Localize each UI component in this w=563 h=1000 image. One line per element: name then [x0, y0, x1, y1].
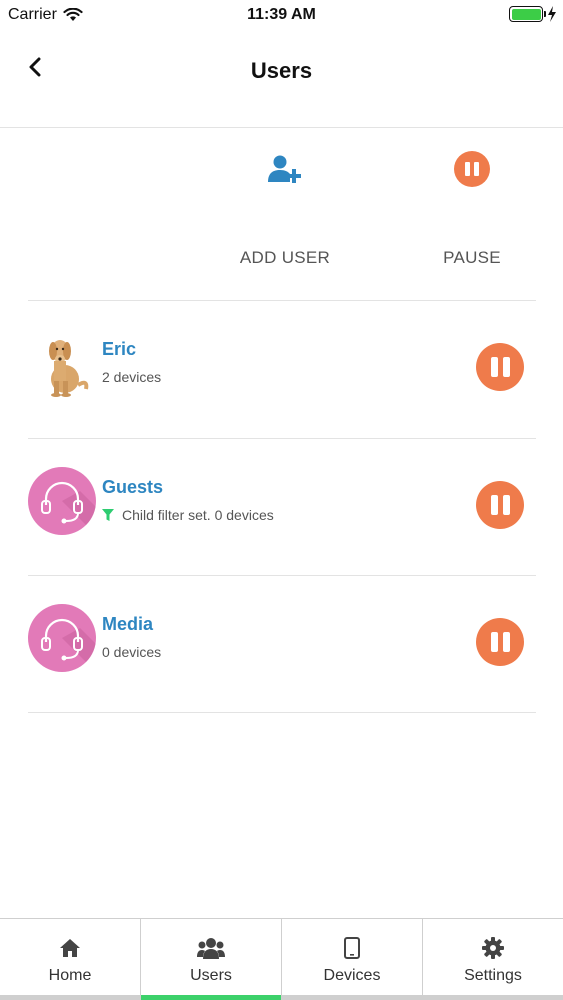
filter-icon [102, 509, 114, 521]
user-subtitle: 2 devices [102, 369, 161, 385]
user-name: Media [102, 614, 154, 634]
user-name: Eric [102, 339, 137, 359]
user-row-guests[interactable]: Guests Child filter set. 0 devices [28, 439, 536, 576]
headset-icon [41, 618, 96, 672]
tab-label: Users [190, 967, 232, 984]
filter-status: Child filter set. 0 devices [122, 507, 274, 523]
user-row-media[interactable]: Media 0 devices [28, 576, 536, 713]
tab-settings[interactable]: Settings [423, 919, 563, 1000]
dog-icon [49, 340, 89, 397]
tab-home[interactable]: Home [0, 919, 141, 1000]
user-row-eric[interactable]: Eric 2 devices [28, 301, 536, 438]
tab-label: Home [48, 967, 92, 984]
user-subtitle: Child filter set. 0 devices [102, 507, 274, 523]
pause-user-button[interactable] [476, 481, 524, 529]
page-title: Users [250, 58, 313, 83]
device-count: 0 devices [102, 644, 162, 660]
add-user-icon [268, 155, 301, 183]
status-time: 11:39 AM [247, 6, 316, 23]
tab-bar: Home Users Devices Settings [0, 918, 563, 1000]
divider [28, 712, 536, 713]
add-user-button[interactable]: ADD USER [225, 130, 345, 300]
status-bar: Carrier 11:39 AM [0, 0, 563, 30]
charging-icon [548, 6, 556, 22]
actions-bar: ADD USER PAUSE [0, 130, 563, 300]
pause-user-button[interactable] [476, 343, 524, 391]
home-icon [60, 939, 80, 957]
status-right [509, 6, 557, 22]
user-subtitle: 0 devices [102, 644, 161, 660]
users-icon [197, 938, 225, 959]
active-tab-indicator [141, 995, 281, 1000]
pause-label: PAUSE [443, 248, 501, 267]
pause-user-button[interactable] [476, 618, 524, 666]
user-name: Guests [102, 477, 164, 497]
dog-avatar [28, 329, 96, 397]
add-user-label: ADD USER [239, 248, 331, 267]
tab-devices[interactable]: Devices [282, 919, 423, 1000]
header: Users [0, 30, 563, 128]
pause-icon [454, 151, 490, 187]
headset-icon [41, 481, 96, 535]
battery-icon [509, 6, 546, 22]
gear-icon [482, 937, 504, 959]
tab-label: Devices [323, 967, 381, 984]
pause-all-button[interactable]: PAUSE [412, 130, 532, 300]
tablet-icon [344, 937, 360, 959]
tab-label: Settings [464, 967, 522, 984]
tab-users[interactable]: Users [141, 919, 282, 1000]
headset-avatar [28, 467, 96, 535]
device-count: 2 devices [102, 369, 162, 385]
headset-avatar [28, 604, 96, 672]
